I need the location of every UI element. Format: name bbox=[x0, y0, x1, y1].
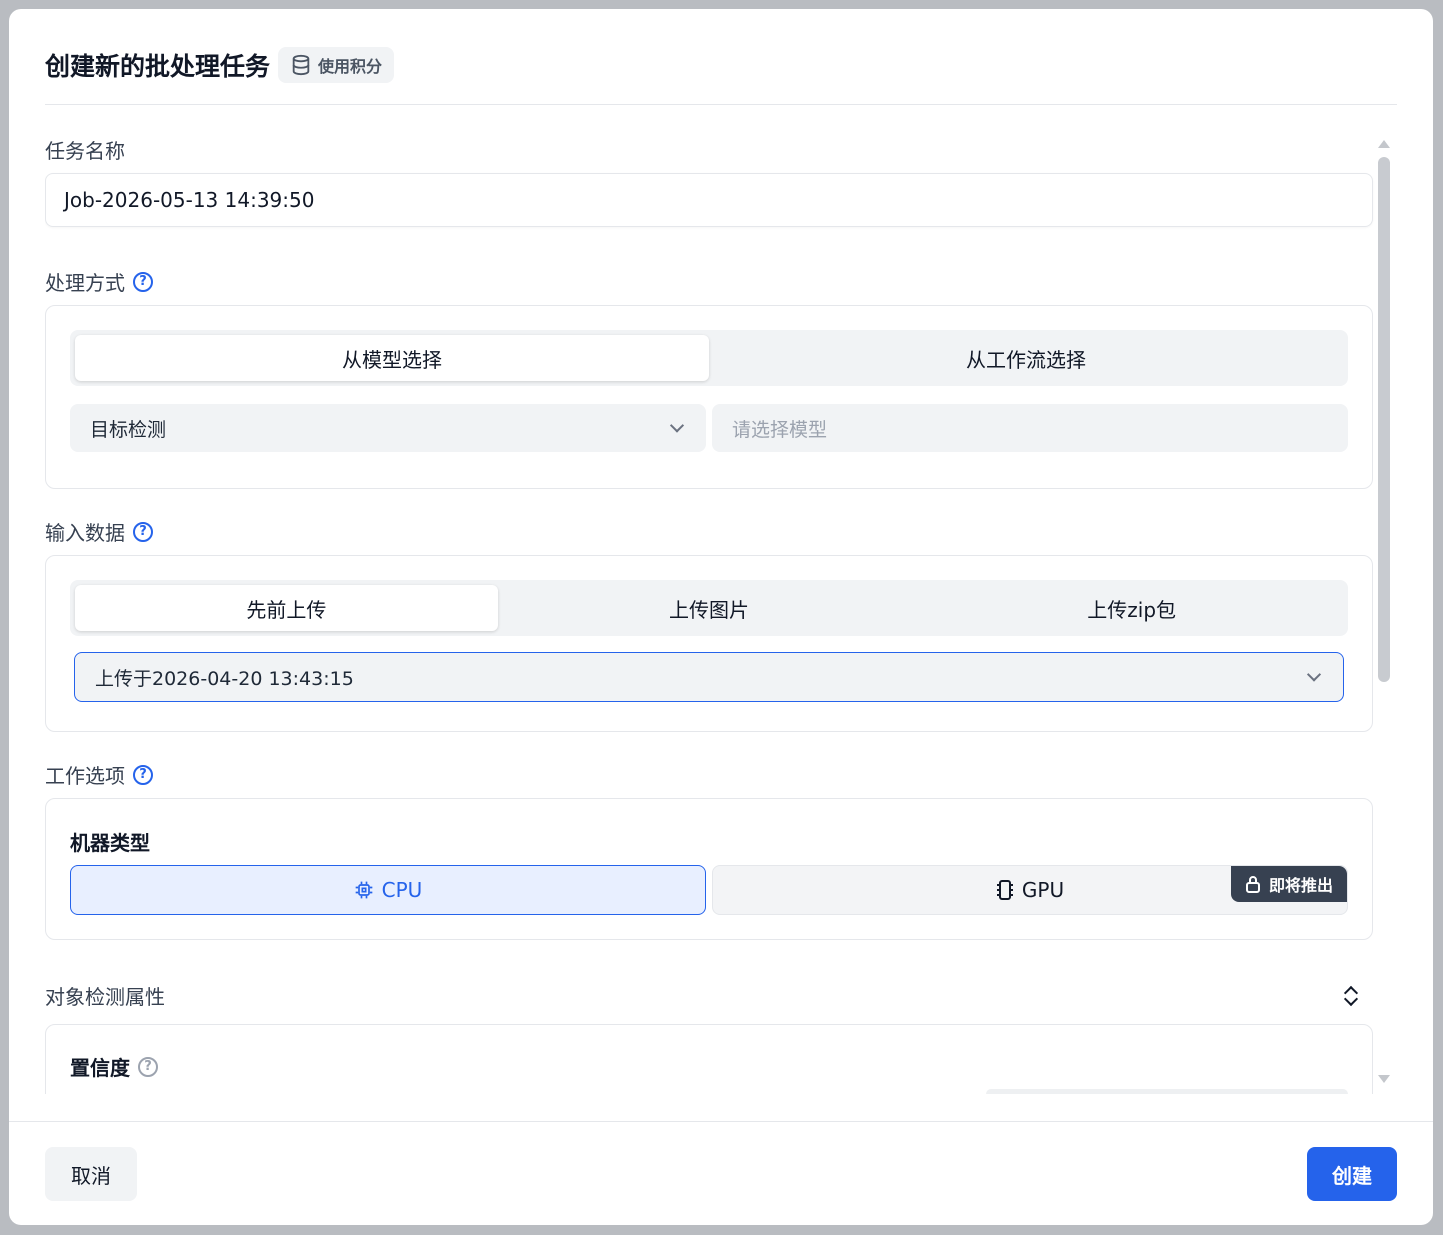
input-source-tabs: 先前上传 上传图片 上传zip包 bbox=[70, 580, 1348, 636]
tab-upload-images[interactable]: 上传图片 bbox=[498, 585, 921, 631]
processing-method-card: 从模型选择 从工作流选择 目标检测 请选择模型 bbox=[45, 305, 1373, 489]
create-batch-job-dialog: 创建新的批处理任务 使用积分 任务名称 Job-2026-05-13 14:39… bbox=[9, 9, 1433, 1225]
tab-upload-zip-label: 上传zip包 bbox=[1087, 597, 1177, 622]
gpu-option-button[interactable]: GPU 即将推出 bbox=[712, 865, 1348, 915]
confidence-label-row: 置信度 ? bbox=[70, 1052, 158, 1081]
detection-attributes-label: 对象检测属性 bbox=[45, 985, 165, 1009]
processing-method-label-text: 处理方式 bbox=[45, 271, 125, 295]
processing-method-label: 处理方式 ? bbox=[45, 267, 153, 296]
help-icon[interactable]: ? bbox=[133, 764, 153, 785]
tab-from-workflow[interactable]: 从工作流选择 bbox=[709, 335, 1343, 381]
cpu-icon bbox=[355, 881, 372, 899]
chevron-down-icon bbox=[669, 418, 685, 433]
scrollbar-thumb[interactable] bbox=[1378, 157, 1390, 682]
lock-icon bbox=[1245, 876, 1260, 893]
tab-upload-images-label: 上传图片 bbox=[669, 597, 749, 622]
form-scroll-area[interactable]: 任务名称 Job-2026-05-13 14:39:50 处理方式 ? 从模型选… bbox=[45, 129, 1375, 1094]
input-data-label-text: 输入数据 bbox=[45, 521, 125, 545]
cpu-option-button[interactable]: CPU bbox=[70, 865, 706, 915]
coming-soon-badge: 即将推出 bbox=[1230, 866, 1347, 902]
scroll-up-arrow-icon[interactable] bbox=[1378, 140, 1390, 148]
gpu-chip-icon bbox=[996, 880, 1013, 900]
gpu-option-label: GPU bbox=[1021, 878, 1065, 902]
help-icon[interactable]: ? bbox=[133, 271, 153, 292]
machine-type-label: 机器类型 bbox=[70, 831, 150, 855]
credit-badge: 使用积分 bbox=[278, 46, 395, 83]
confidence-label: 置信度 bbox=[70, 1056, 130, 1080]
input-data-card: 先前上传 上传图片 上传zip包 上传于2026-04-20 13:43:15 bbox=[45, 555, 1373, 732]
chevron-down-icon bbox=[1306, 667, 1322, 682]
task-category-select[interactable]: 目标检测 bbox=[70, 404, 706, 452]
help-icon[interactable]: ? bbox=[138, 1056, 158, 1077]
detection-attributes-toggle[interactable]: 对象检测属性 bbox=[45, 981, 1373, 1010]
coming-soon-label: 即将推出 bbox=[1268, 876, 1333, 895]
task-name-input[interactable]: Job-2026-05-13 14:39:50 bbox=[45, 173, 1373, 227]
chevron-up-down-icon[interactable] bbox=[1341, 984, 1361, 1008]
confidence-slider[interactable] bbox=[986, 1089, 1348, 1094]
help-icon[interactable]: ? bbox=[133, 521, 153, 542]
previous-upload-value: 上传于2026-04-20 13:43:15 bbox=[95, 667, 354, 690]
task-name-label-text: 任务名称 bbox=[45, 139, 125, 163]
tab-previous-upload[interactable]: 先前上传 bbox=[75, 585, 498, 631]
work-options-label: 工作选项 ? bbox=[45, 760, 153, 789]
credit-badge-label: 使用积分 bbox=[318, 56, 383, 76]
model-select[interactable]: 请选择模型 bbox=[712, 404, 1348, 452]
model-select-placeholder: 请选择模型 bbox=[732, 418, 828, 441]
scroll-down-arrow-icon[interactable] bbox=[1378, 1075, 1390, 1083]
previous-upload-select[interactable]: 上传于2026-04-20 13:43:15 bbox=[74, 652, 1344, 702]
dialog-footer: 取消 创建 bbox=[9, 1121, 1433, 1225]
tab-upload-zip[interactable]: 上传zip包 bbox=[920, 585, 1343, 631]
work-options-card: 机器类型 CPU GPU 即将推出 bbox=[45, 798, 1373, 940]
tab-previous-upload-label: 先前上传 bbox=[246, 597, 327, 622]
task-name-label: 任务名称 bbox=[45, 135, 125, 164]
task-name-value: Job-2026-05-13 14:39:50 bbox=[64, 188, 315, 212]
create-button[interactable]: 创建 bbox=[1307, 1147, 1397, 1201]
task-category-value: 目标检测 bbox=[90, 418, 167, 441]
detection-attributes-card: 置信度 ? bbox=[45, 1024, 1373, 1094]
cpu-option-label: CPU bbox=[381, 878, 423, 902]
cancel-button[interactable]: 取消 bbox=[45, 1147, 137, 1201]
processing-source-tabs: 从模型选择 从工作流选择 bbox=[70, 330, 1348, 386]
work-options-label-text: 工作选项 bbox=[45, 764, 125, 788]
input-data-label: 输入数据 ? bbox=[45, 517, 153, 546]
tab-from-model-label: 从模型选择 bbox=[342, 347, 442, 372]
dialog-header: 创建新的批处理任务 使用积分 bbox=[45, 45, 1397, 105]
dialog-title: 创建新的批处理任务 bbox=[45, 51, 271, 81]
tab-from-workflow-label: 从工作流选择 bbox=[966, 347, 1086, 372]
database-icon bbox=[292, 54, 310, 75]
tab-from-model[interactable]: 从模型选择 bbox=[75, 335, 709, 381]
